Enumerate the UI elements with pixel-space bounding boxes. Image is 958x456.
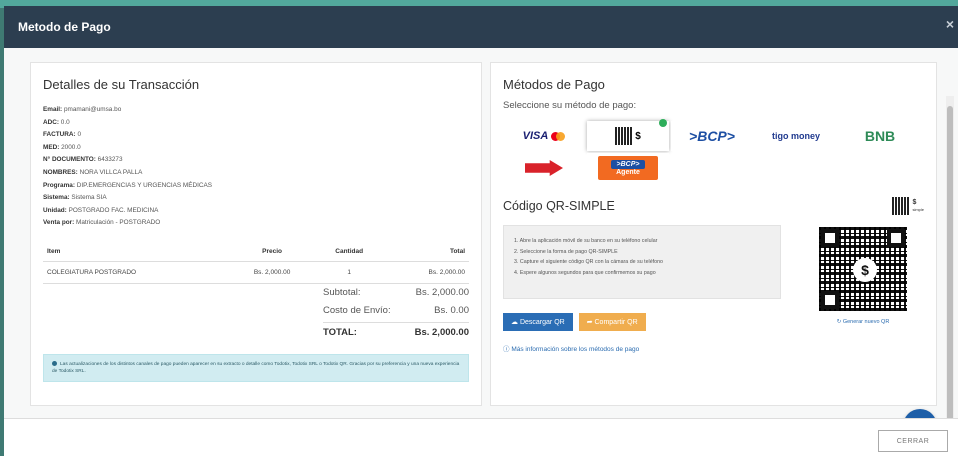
qr-code-wrap: $ ↻ Generar nuevo QR (815, 225, 911, 353)
tigo-money-option[interactable]: tigo money (755, 121, 837, 151)
subtotal-row: Subtotal: Bs. 2,000.00 (323, 284, 469, 302)
qr-simple-dollar: $ (635, 130, 641, 142)
shipping-value: Bs. 0.00 (434, 305, 469, 317)
table-header-row: Item Precio Cantidad Total (43, 241, 469, 262)
qr-step-4: 4. Espere algunos segundos para que conf… (514, 269, 656, 276)
modal-header: Metodo de Pago × (4, 6, 958, 48)
scrollbar-thumb[interactable] (947, 106, 953, 424)
subtotal-label: Subtotal: (323, 287, 361, 299)
header-total: Total (383, 241, 469, 262)
table-row: COLEGIATURA POSTGRADO Bs. 2,000.00 1 Bs.… (43, 261, 469, 284)
info-email: Email: pmamani@umsa.bo (43, 106, 122, 113)
close-icon[interactable]: × (946, 16, 954, 32)
modal-title: Metodo de Pago (18, 20, 111, 34)
alert-text: Las actualizaciones de los distintos can… (52, 361, 460, 374)
qr-dollar-icon: $ (853, 258, 877, 282)
selected-check-icon (659, 119, 667, 127)
bcp-agente-logo: >BCP> Agente (598, 156, 658, 180)
info-alert: Las actualizaciones de los distintos can… (43, 353, 469, 382)
visa-mastercard-option[interactable]: VISA (503, 121, 585, 151)
shipping-label: Costo de Envío: (323, 305, 391, 317)
transaction-heading: Detalles de su Transacción (43, 77, 200, 92)
info-sistema: Sistema: Sistema SIA (43, 194, 107, 202)
total-value: Bs. 2,000.00 (414, 326, 469, 338)
qr-simple-icon (615, 127, 634, 145)
payment-modal: Metodo de Pago × Detalles de su Transacc… (4, 6, 958, 456)
tigo-money-logo: tigo money (771, 131, 820, 141)
qr-finder-top-right (887, 229, 905, 247)
payment-heading: Métodos de Pago (503, 77, 605, 92)
qr-code-image: $ (817, 225, 909, 313)
header-item: Item (43, 241, 230, 262)
bnb-option[interactable]: BNB (839, 121, 921, 151)
header-cantidad: Cantidad (314, 241, 384, 262)
qr-steps: 1. Abre la aplicación móvil de su banco … (503, 225, 781, 299)
qr-badge-icon (892, 197, 911, 215)
subtotal-value: Bs. 2,000.00 (415, 287, 469, 299)
transaction-info: Email: pmamani@umsa.bo ADC: 0.0 FACTURA:… (43, 104, 469, 230)
qr-section: 1. Abre la aplicación móvil de su banco … (503, 225, 924, 353)
qr-title-row: Código QR-SIMPLE $ simple (503, 197, 924, 215)
total-row: TOTAL: Bs. 2,000.00 (323, 321, 469, 342)
cell-precio: Bs. 2,000.00 (229, 261, 315, 284)
info-programa: Programa: DIP.EMERGENCIAS Y URGENCIAS MÉ… (43, 181, 213, 189)
header-precio: Precio (229, 241, 315, 262)
bnb-logo: BNB (864, 128, 896, 144)
info-factura: FACTURA: 0 (43, 131, 82, 139)
cell-total: Bs. 2,000.00 (383, 261, 469, 284)
qr-simple-option[interactable]: $ (587, 119, 669, 151)
regenerate-qr-link[interactable]: ↻ Generar nuevo QR (837, 319, 890, 325)
cell-item: COLEGIATURA POSTGRADO (43, 261, 230, 284)
payment-subtitle: Seleccione su método de pago: (503, 100, 637, 111)
mastercard-icon (551, 131, 566, 141)
more-info-link[interactable]: ⓘ Más información sobre los métodos de p… (503, 343, 781, 353)
transaction-card: Detalles de su Transacción Email: pmaman… (30, 62, 482, 406)
bcp-agente-sub: Agente (616, 169, 640, 176)
visa-logo: VISA (522, 130, 549, 142)
total-label: TOTAL: (323, 326, 357, 338)
qr-finder-top-left (821, 229, 839, 247)
qr-step-2: 2. Seleccione la forma de pago QR-SIMPLE (514, 248, 618, 255)
qr-button-row: ☁ Descargar QR ➦ Compartir QR (503, 313, 781, 331)
info-icon (52, 361, 57, 367)
qr-step-1: 1. Abre la aplicación móvil de su banco … (514, 238, 658, 244)
info-nombres: NOMBRES: NORA VILLCA PALLA (43, 168, 143, 176)
pago-express-logo (525, 160, 563, 176)
download-qr-button[interactable]: ☁ Descargar QR (503, 313, 573, 331)
totals-block: Subtotal: Bs. 2,000.00 Costo de Envío: B… (323, 284, 469, 342)
qr-finder-bottom-left (821, 291, 839, 309)
bcp-logo: >BCP> (689, 128, 735, 144)
info-documento: N° DOCUMENTO: 6433273 (43, 156, 123, 164)
modal-footer: CERRAR (4, 418, 958, 456)
qr-step-3: 3. Capture el siguiente código QR con la… (514, 259, 663, 265)
payment-methods-grid: VISA $ >BCP> tigo money BNB >BCP> Agente (503, 119, 924, 183)
cell-cantidad: 1 (314, 261, 384, 284)
pago-express-option[interactable] (503, 153, 585, 183)
modal-body: Detalles de su Transacción Email: pmaman… (4, 48, 958, 452)
info-adc: ADC: 0.0 (43, 118, 70, 126)
close-button[interactable]: CERRAR (878, 430, 948, 452)
info-med: MED: 2000.0 (43, 143, 81, 151)
payment-card: Métodos de Pago Seleccione su método de … (490, 62, 937, 406)
bcp-agente-option[interactable]: >BCP> Agente (587, 153, 669, 183)
shipping-row: Costo de Envío: Bs. 0.00 (323, 302, 469, 320)
info-unidad: Unidad: POSTGRADO FAC. MEDICINA (43, 206, 159, 214)
qr-simple-badge: $ simple (892, 197, 924, 215)
share-qr-button[interactable]: ➦ Compartir QR (578, 313, 646, 331)
bcp-agente-mark: >BCP> (610, 160, 646, 169)
qr-title: Código QR-SIMPLE (503, 199, 615, 213)
info-venta: Venta por: Matriculación - POSTGRADO (43, 219, 161, 227)
bcp-option[interactable]: >BCP> (671, 121, 753, 151)
items-table: Item Precio Cantidad Total COLEGIATURA P… (43, 241, 469, 284)
vertical-scrollbar[interactable] (946, 96, 954, 452)
